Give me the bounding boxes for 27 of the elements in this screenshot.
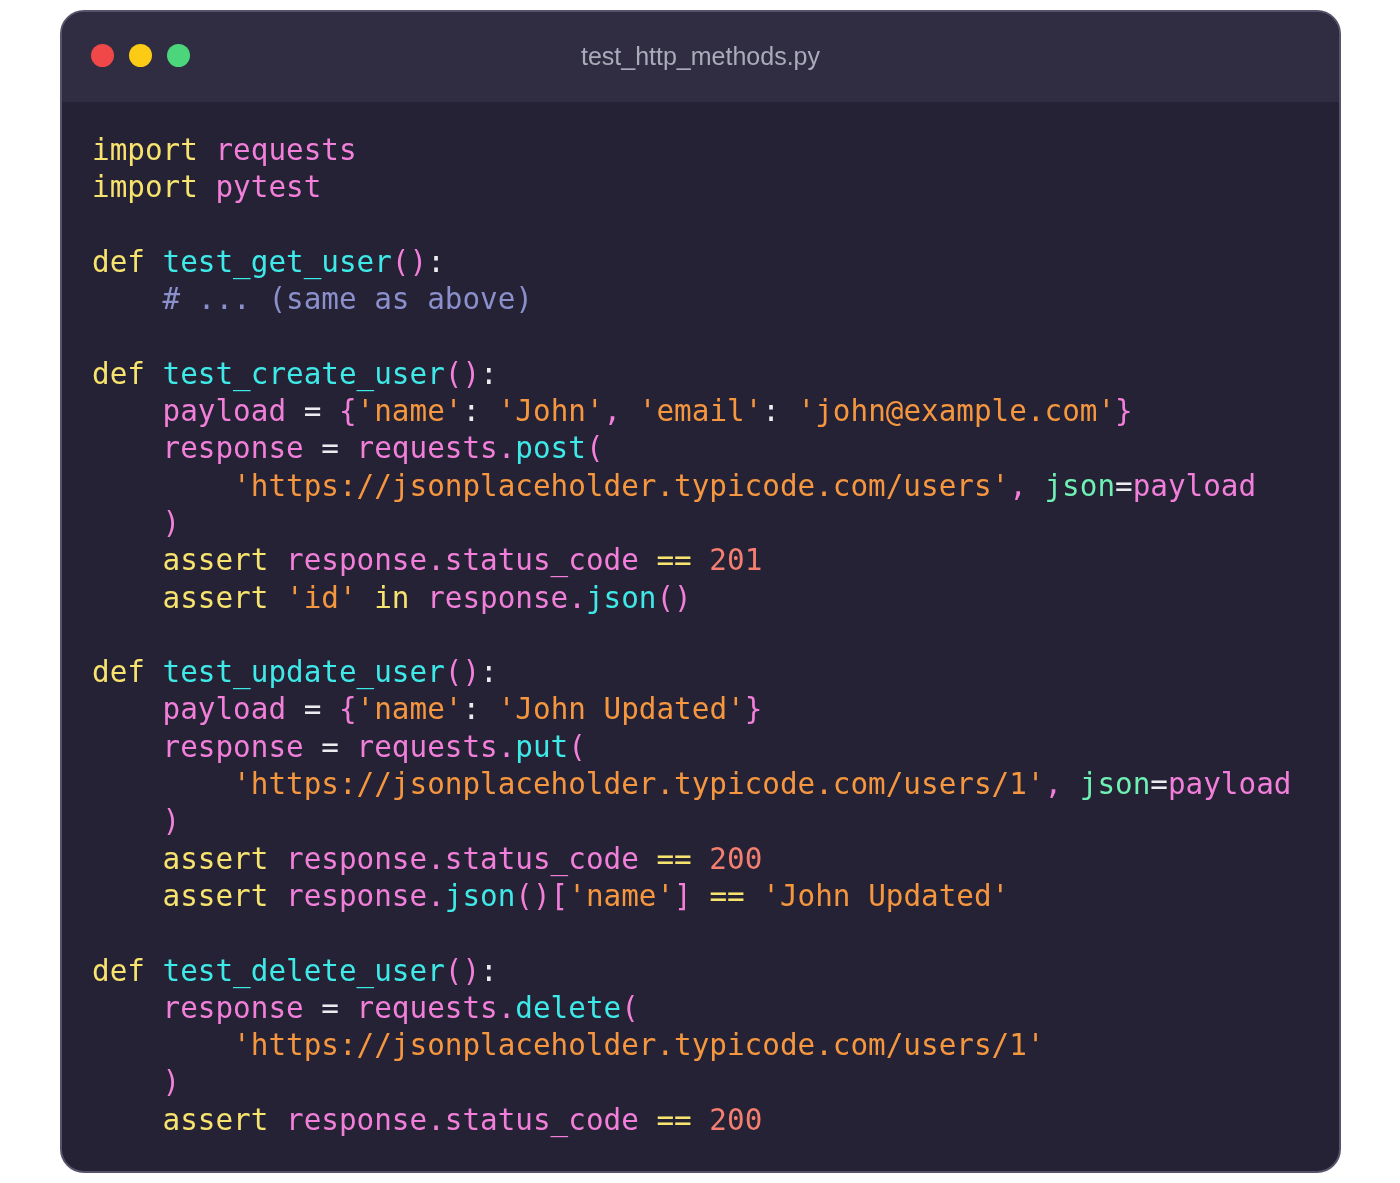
maximize-button[interactable] [167,43,190,67]
close-button[interactable] [91,43,114,67]
code-line: ) [161,803,181,841]
code-line: response = requests.delete( [161,989,639,1027]
code-line: def test_update_user(): [92,654,498,692]
code-line: assert response.status_code == 200 [161,1101,763,1139]
code-line: assert 'id' in response.json() [161,579,692,617]
code-line: 'https://jsonplaceholder.typicode.com/users/1', json=payload [232,766,1292,804]
code-line: def test_get_user(): [92,243,445,282]
code-line: ) [161,1064,181,1102]
code-line: def test_delete_user(): [92,952,498,990]
code-line: assert response.status_code == 200 [161,840,763,878]
code-line: response = requests.post( [161,430,604,468]
code-line: assert response.json()['name'] == 'John Updated' [161,877,1010,915]
code-line: payload = {'name': 'John Updated'} [161,691,763,729]
code-line: payload = {'name': 'John', 'email': 'john@example.com'} [161,393,1133,431]
code-line: # ... (same as above) [161,281,533,319]
code-line: import requests [92,132,357,169]
window-title: test_http_methods.py [580,41,820,73]
code-line: 'https://jsonplaceholder.typicode.com/users/1' [232,1027,1045,1065]
code-line: 'https://jsonplaceholder.typicode.com/users', json=payload [232,467,1257,505]
minimize-button[interactable] [129,43,152,67]
code-line: response = requests.put( [161,728,586,766]
code-line: ) [161,504,181,542]
code-line: import pytest [92,169,322,207]
code-line: assert response.status_code == 201 [161,542,763,580]
code-line: def test_create_user(): [92,355,498,394]
